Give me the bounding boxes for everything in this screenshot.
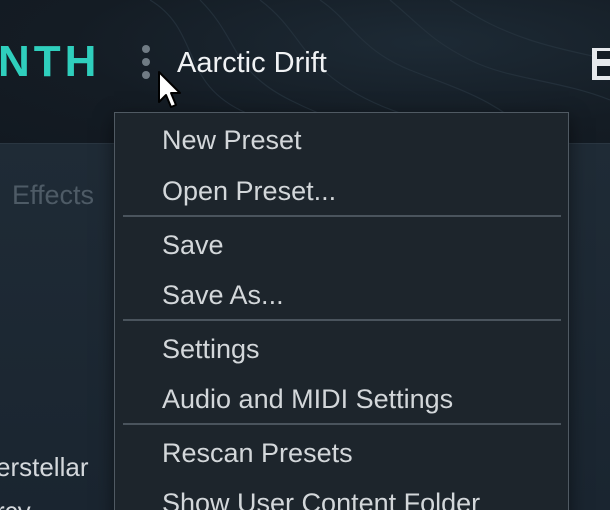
preset-list-item[interactable]: erstellar	[0, 452, 88, 482]
menu-item-settings[interactable]: Settings	[162, 333, 260, 365]
menu-item-audio-midi-settings[interactable]: Audio and MIDI Settings	[162, 383, 453, 415]
menu-separator	[123, 423, 561, 425]
app-window: NTH Aarctic Drift Effects erstellar rcy …	[0, 0, 610, 510]
preset-menu: New Preset Open Preset... Save Save As..…	[114, 112, 569, 510]
menu-item-save-as[interactable]: Save As...	[162, 279, 284, 311]
menu-item-rescan-presets[interactable]: Rescan Presets	[162, 437, 353, 469]
menu-item-show-user-content-folder[interactable]: Show User Content Folder	[162, 487, 480, 510]
preset-list-item[interactable]: rcy	[0, 496, 31, 510]
menu-item-save[interactable]: Save	[162, 229, 224, 261]
menu-separator	[123, 215, 561, 217]
preset-name[interactable]: Aarctic Drift	[177, 46, 327, 80]
kebab-menu-icon[interactable]	[138, 43, 154, 83]
mouse-pointer-icon	[158, 71, 181, 108]
menu-item-open-preset[interactable]: Open Preset...	[162, 175, 336, 207]
menu-item-new-preset[interactable]: New Preset	[162, 124, 302, 156]
tab-effects[interactable]: Effects	[12, 180, 94, 210]
menu-separator	[123, 319, 561, 321]
app-logo: NTH	[0, 37, 101, 86]
save-icon[interactable]	[592, 46, 610, 80]
